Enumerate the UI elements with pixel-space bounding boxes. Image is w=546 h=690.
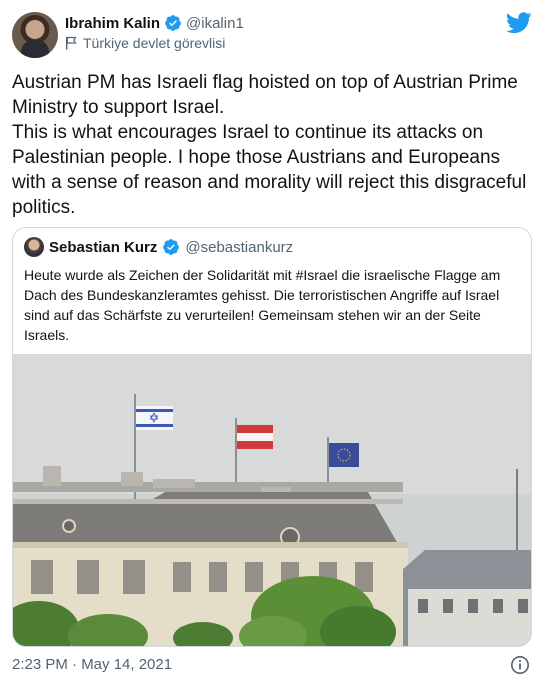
- account-label-text: Türkiye devlet görevlisi: [83, 35, 226, 51]
- verified-badge-icon: [163, 239, 180, 255]
- quoted-tweet-text: Heute wurde als Zeichen der Solidarität …: [24, 267, 501, 343]
- quoted-author-handle: @sebastiankurz: [185, 238, 294, 256]
- twitter-bird-icon[interactable]: [506, 12, 532, 34]
- tweet-text: Austrian PM has Israeli flag hoisted on …: [12, 72, 527, 218]
- verified-badge-icon: [165, 15, 181, 31]
- government-flag-icon: [66, 36, 77, 50]
- author-handle[interactable]: @ikalin1: [186, 15, 244, 32]
- tweet-card: Ibrahim Kalin @ikalin1 Türkiye devlet gö…: [0, 0, 546, 690]
- quoted-author-name: Sebastian Kurz: [49, 238, 158, 256]
- author-header: Ibrahim Kalin @ikalin1: [65, 14, 244, 32]
- tweet-timestamp[interactable]: 2:23 PM · May 14, 2021: [12, 656, 172, 673]
- quoted-tweet[interactable]: Sebastian Kurz @sebastiankurz Heute wurd…: [12, 227, 532, 647]
- author-name[interactable]: Ibrahim Kalin: [65, 15, 160, 32]
- author-avatar[interactable]: [12, 12, 58, 58]
- info-icon[interactable]: [510, 655, 530, 675]
- quoted-author-avatar: [24, 237, 44, 257]
- quoted-tweet-photo[interactable]: [13, 354, 531, 646]
- quoted-tweet-header: Sebastian Kurz @sebastiankurz: [24, 237, 293, 257]
- account-label: Türkiye devlet görevlisi: [65, 35, 225, 51]
